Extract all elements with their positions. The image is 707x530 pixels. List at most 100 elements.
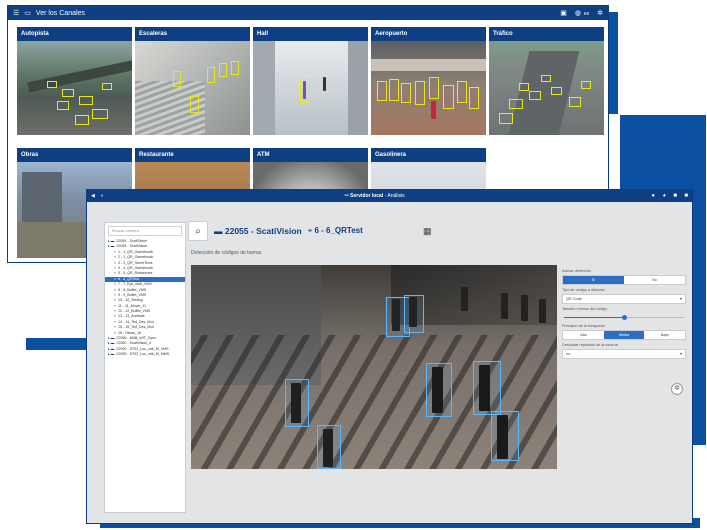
tree-list: ▸ ▬ 22054 - ScatiTalent ▸ ▬ 22055 - ScatiVi…	[105, 239, 185, 358]
minimize-icon[interactable]: ■	[673, 193, 677, 199]
tree-item-label: 4 - 4_QR_Gamebooth	[118, 265, 154, 270]
tree-item-label: 12 - 12_Buffet_VMS	[118, 309, 151, 314]
min-size-slider[interactable]	[562, 313, 686, 321]
tree-item-label: 11 - 11_Movie_11	[118, 303, 146, 308]
section-title: Detección de códigos de barras	[191, 250, 262, 256]
tile-label: Autopista	[17, 27, 132, 41]
save-icon[interactable]: ▣	[560, 10, 567, 17]
tree-item-label: 7 - 7_Eye_Mall_VMS	[118, 282, 152, 287]
language-label[interactable]: es	[584, 11, 589, 17]
tile-label: Escaleras	[135, 27, 250, 41]
tile-label: Aeropuerto	[371, 27, 486, 41]
tree-item-label: 5 - 5_QR_Rotisseries	[118, 271, 153, 276]
tree-item-label: 22090 - ST02_Loc_vdb_M_VMS	[116, 346, 169, 351]
tree-item-label: 22055 - ScatiVision	[116, 244, 148, 249]
tree-item-label: 8 - 8_Buffet_VMS	[118, 287, 147, 292]
camera-icon: ⌖	[114, 303, 117, 308]
camera-icon: ⌖	[114, 249, 117, 254]
tree-item[interactable]: ▸ ▬ 22095 - ST02_Loc_vdb_M_MMS	[105, 352, 185, 357]
tile-label: ATM	[253, 148, 368, 162]
activate-label: Activar detección	[562, 269, 591, 273]
precision-medium[interactable]: Media	[603, 331, 645, 339]
channels-title: Ver los Canales	[35, 9, 85, 17]
precision-toggle: Alta Media Baja	[562, 330, 686, 340]
code-type-label: Tipo de código a detectar	[562, 288, 605, 292]
activate-yes[interactable]: Sí	[563, 276, 624, 284]
camera-icon: ⌖	[114, 276, 117, 281]
precision-low[interactable]: Baja	[644, 331, 685, 339]
tile-aeropuerto[interactable]: Aeropuerto	[371, 27, 486, 135]
chevron-down-icon: ▾	[679, 351, 682, 356]
tree-item-label: 10 - 10_Testing	[118, 298, 143, 303]
advanced-settings-icon[interactable]: ✲	[671, 383, 683, 395]
analysis-header-bar: ◀ ◐ ⚯ Servidor local - Análisis ● ◕ ■ ■	[87, 190, 692, 202]
precision-high[interactable]: Alta	[563, 331, 604, 339]
camera-video	[191, 265, 557, 469]
tile-label: Hall	[253, 27, 368, 41]
camera-label: ⌖ 6 - 6_QRTest	[307, 226, 363, 235]
camera-icon: ⌖	[114, 330, 117, 335]
tree-item-label: 2 - 2_QR_Gamebooth	[118, 255, 154, 260]
slider-handle[interactable]	[622, 314, 627, 320]
save-config-icon[interactable]: ▦	[423, 226, 432, 237]
precision-label: Precisión de la búsqueda	[562, 324, 605, 328]
close-icon[interactable]: ■	[684, 193, 688, 199]
camera-icon: ⌖	[114, 298, 117, 303]
tile-hall[interactable]: Hall	[253, 27, 368, 135]
server-title: Servidor local	[350, 193, 384, 199]
tile-autopista[interactable]: Autopista	[17, 27, 132, 135]
server-icon: ▬	[214, 226, 225, 236]
channels-header: ☰ ▭ Ver los Canales ▣ ◍ es ✲	[8, 6, 608, 20]
min-size-label: Tamaño mínimo del código	[562, 307, 608, 311]
tile-label: Restaurante	[135, 148, 250, 162]
tree-item-label: 14 - 14_Ted_Des_Mov	[118, 319, 155, 324]
detection-options: Activar detección Sí No Tipo de código a…	[562, 266, 686, 359]
code-type-select[interactable]: QR Code ▾	[562, 294, 686, 304]
tree-item-label: 16 - Obras_18	[118, 330, 142, 335]
activate-no[interactable]: No	[624, 276, 685, 284]
tile-escaleras[interactable]: Escaleras	[135, 27, 250, 135]
repeat-select[interactable]: no ▾	[562, 349, 686, 359]
camera-icon: ⌖	[114, 309, 117, 314]
globe-icon[interactable]: ◍	[575, 10, 581, 17]
camera-icon: ⌖	[114, 287, 117, 292]
camera-icon: ⌖	[114, 292, 117, 297]
info-icon[interactable]: ●	[651, 193, 655, 199]
back-arrow-icon[interactable]: ◀	[91, 193, 95, 199]
tile-trafico[interactable]: Tráfico	[489, 27, 604, 135]
server-icon: ▸ ▬	[108, 239, 115, 243]
tile-label: Tráfico	[489, 27, 604, 41]
camera-icon: ⌖	[114, 282, 117, 287]
camera-icon: ⌖	[114, 265, 117, 270]
server-icon: ▸ ▬	[108, 244, 115, 249]
repeat-label: Descartar repetidos de la escena	[562, 343, 618, 347]
tree-item-label: 22056 - MAB_WIT_Sync	[116, 336, 156, 341]
server-icon: ▸ ▬	[108, 346, 115, 351]
tree-item-label: 22095 - ST02_Loc_vdb_M_MMS	[116, 352, 170, 357]
chevron-down-icon: ▾	[679, 296, 682, 301]
monitor-icon: ▭	[24, 10, 31, 17]
camera-icon: ⌖	[114, 271, 117, 276]
camera-tree: Buscar cámara ▸ ▬ 22054 - ScatiTalent ▸ ▬ 2…	[104, 222, 186, 513]
tree-item-label: 9 - 9_Buffet_VMS	[118, 292, 147, 297]
camera-header: ⌕ ▬ 22055 - ScatiVision ⌖ 6 - 6_QRTest	[188, 221, 363, 241]
camera-search-input[interactable]: Buscar cámara	[108, 226, 182, 236]
server-id-label: ▬ 22055 - ScatiVision	[214, 226, 302, 236]
menu-icon[interactable]: ☰	[13, 9, 19, 17]
gear-icon[interactable]: ✲	[597, 10, 603, 17]
camera-icon: ⌖	[114, 255, 117, 260]
camera-icon: ⌖	[114, 260, 117, 265]
server-icon: ▸ ▬	[108, 336, 115, 341]
tree-item-label: 15 - 15_Ted_Des_Mov	[118, 325, 155, 330]
tree-item-label: 1 - 1_QR_Gamebooth	[118, 249, 154, 254]
section-label: Análisis	[387, 193, 405, 199]
server-icon: ▸ ▬	[108, 341, 115, 346]
camera-icon: ⌖	[114, 314, 117, 319]
settings-icon[interactable]: ◕	[662, 193, 666, 199]
tree-item-label: 6 - 6_QRTest	[118, 276, 140, 281]
camera-icon: ⌖	[114, 319, 117, 324]
zoom-search-button[interactable]: ⌕	[188, 221, 208, 241]
camera-icon: ⌖	[114, 325, 117, 330]
tree-item-label: 13 - 13_Andrade	[118, 314, 145, 319]
analysis-window: ◀ ◐ ⚯ Servidor local - Análisis ● ◕ ■ ■ …	[87, 190, 692, 523]
